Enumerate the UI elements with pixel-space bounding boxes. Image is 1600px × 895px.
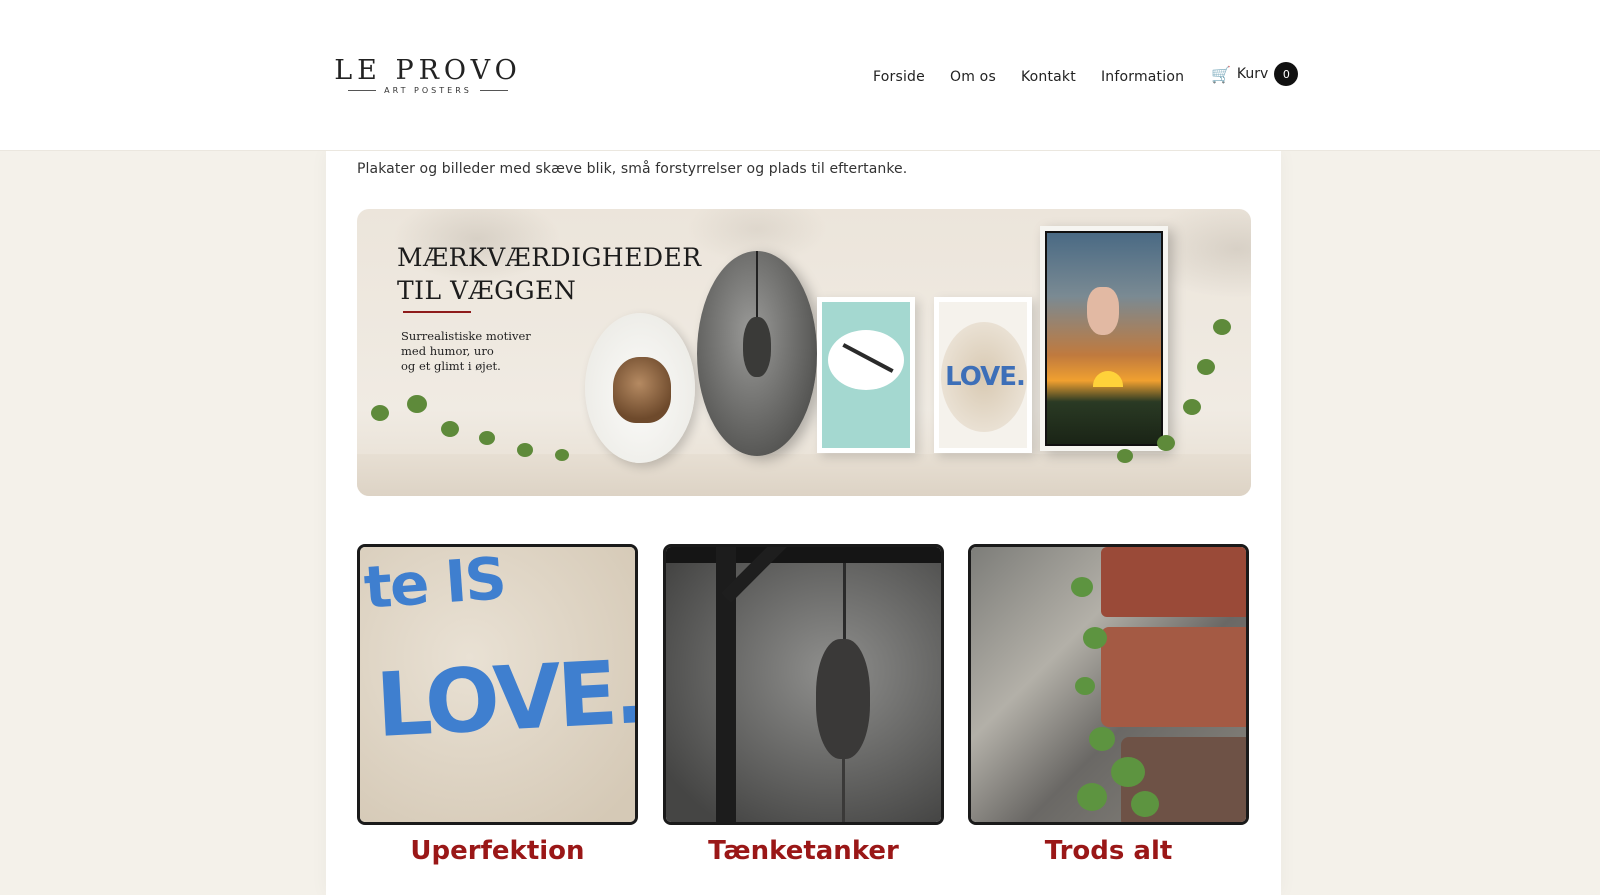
logo-sub-row: ART POSTERS xyxy=(333,86,523,95)
framed-print-hand-sunset xyxy=(1040,226,1168,451)
nav-item-forside[interactable]: Forside xyxy=(873,69,925,85)
plant-leaf xyxy=(1075,677,1095,695)
hero-title-line1: MÆRKVÆRDIGHEDER xyxy=(397,243,702,272)
category-card-trods-alt[interactable]: Trods alt xyxy=(968,544,1249,866)
graffiti-text-love: LOVE. xyxy=(373,640,638,757)
nav-item-information[interactable]: Information xyxy=(1101,69,1184,85)
plant-leaf xyxy=(1089,727,1115,751)
framed-print-love: LOVE. xyxy=(934,297,1032,453)
category-image[interactable] xyxy=(968,544,1249,825)
framed-print-inner xyxy=(1045,231,1163,446)
rat-tail-image xyxy=(842,753,845,822)
hero-title: MÆRKVÆRDIGHEDER TIL VÆGGEN xyxy=(397,241,702,307)
rope-image xyxy=(843,563,846,643)
oval-canvas-bird xyxy=(585,313,695,463)
nav-item-kontakt[interactable]: Kontakt xyxy=(1021,69,1076,85)
rat-image xyxy=(816,639,870,759)
logo-main-text: LE PROVO xyxy=(334,55,522,86)
logo-sub-text: ART POSTERS xyxy=(384,86,472,95)
hero-banner[interactable]: MÆRKVÆRDIGHEDER TIL VÆGGEN Surrealistisk… xyxy=(357,209,1251,496)
ivy-leaf xyxy=(1117,449,1133,463)
category-image[interactable] xyxy=(663,544,944,825)
bird-chick-image xyxy=(613,357,671,423)
category-card-uperfektion[interactable]: te IS LOVE. Uperfektion xyxy=(357,544,638,866)
ivy-leaf xyxy=(1197,359,1215,375)
brick-image xyxy=(1101,627,1246,727)
cart-button[interactable]: 🛒 Kurv 0 xyxy=(1211,62,1299,86)
nav-item-om-os[interactable]: Om os xyxy=(950,69,996,85)
ivy-leaf xyxy=(1183,399,1201,415)
hero-sub-line: og et glimt i øjet. xyxy=(401,359,501,373)
graffiti-text-top: te IS xyxy=(361,544,507,622)
sun-image xyxy=(1093,371,1123,387)
love-graffiti-text: LOVE. xyxy=(945,362,1026,392)
ivy-leaf xyxy=(517,443,533,457)
hanging-rat-image xyxy=(743,317,771,377)
plant-leaf xyxy=(1083,627,1107,649)
hero-accent-rule xyxy=(403,311,471,313)
oval-canvas-rat xyxy=(697,251,817,456)
hanging-rat-photo xyxy=(666,547,941,822)
hero-sub-line: med humor, uro xyxy=(401,344,494,358)
framed-print-cigarette xyxy=(817,297,915,453)
ivy-leaf xyxy=(441,421,459,437)
ivy-leaf xyxy=(1157,435,1175,451)
brick-image xyxy=(1101,547,1246,617)
rope-image xyxy=(756,251,758,321)
graffiti-wall-image: te IS LOVE. xyxy=(360,547,635,822)
category-title[interactable]: Uperfektion xyxy=(357,836,638,866)
category-image[interactable]: te IS LOVE. xyxy=(357,544,638,825)
plant-leaf xyxy=(1071,577,1093,597)
main-nav: Forside Om os Kontakt Information xyxy=(873,65,1209,89)
ivy-leaf xyxy=(407,395,427,413)
brick-wall-plant-photo xyxy=(971,547,1246,822)
hero-sub-line: Surrealistiske motiver xyxy=(401,329,531,343)
logo-divider-left xyxy=(348,90,377,91)
ivy-leaf xyxy=(479,431,495,445)
plant-leaf xyxy=(1111,757,1145,787)
ivy-leaf xyxy=(371,405,389,421)
cart-label: Kurv xyxy=(1236,66,1269,82)
hero-shelf xyxy=(357,454,1251,496)
plant-leaf xyxy=(1131,791,1159,817)
hero-title-line2: TIL VÆGGEN xyxy=(397,276,577,305)
category-title[interactable]: Trods alt xyxy=(968,836,1249,866)
plant-leaf xyxy=(1077,783,1107,811)
site-header: LE PROVO ART POSTERS Forside Om os Konta… xyxy=(0,0,1600,151)
gallows-beam xyxy=(666,547,941,563)
page-tagline: Plakater og billeder med skæve blik, små… xyxy=(357,161,908,177)
print-ellipse xyxy=(828,330,904,390)
category-title[interactable]: Tænketanker xyxy=(663,836,944,866)
cart-count-badge: 0 xyxy=(1274,62,1299,86)
framed-print-inner xyxy=(822,302,910,448)
main-content: Plakater og billeder med skæve blik, små… xyxy=(326,151,1281,895)
cart-icon: 🛒 xyxy=(1211,64,1231,84)
site-logo[interactable]: LE PROVO ART POSTERS xyxy=(333,56,523,100)
hero-subtitle: Surrealistiske motiver med humor, uro og… xyxy=(401,329,541,374)
ivy-leaf xyxy=(555,449,569,461)
framed-print-inner: LOVE. xyxy=(939,302,1027,448)
logo-divider-right xyxy=(479,90,508,91)
category-card-taenketanker[interactable]: Tænketanker xyxy=(663,544,944,866)
hand-image xyxy=(1087,287,1119,335)
ivy-leaf xyxy=(1213,319,1231,335)
